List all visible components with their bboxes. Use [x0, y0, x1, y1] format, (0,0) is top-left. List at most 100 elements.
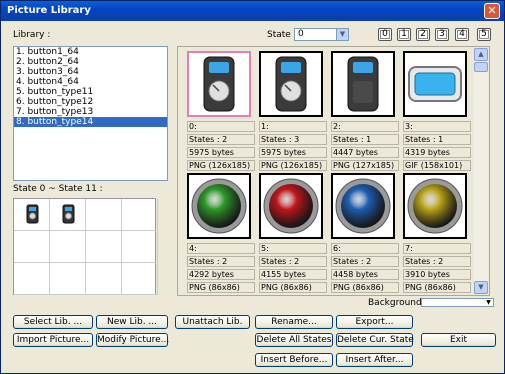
device-icon	[26, 204, 39, 224]
library-list-item[interactable]: 3. button3_64	[14, 67, 167, 77]
page-3-button[interactable]: 3	[435, 28, 449, 41]
picture-format-field: PNG (126x185)	[187, 160, 255, 171]
exit-button[interactable]: Exit	[421, 333, 496, 347]
title-bar: Picture Library ✕	[1, 1, 504, 21]
picture-thumb-6[interactable]	[331, 173, 395, 239]
picture-index-field: 1:	[259, 121, 327, 132]
picture-states-field: States : 1	[331, 134, 399, 145]
insert-after-button[interactable]: Insert After...	[336, 353, 413, 367]
picture-index-field: 3:	[403, 121, 471, 132]
round-button-icon	[335, 178, 391, 234]
picture-size-field: 5975 bytes	[187, 147, 255, 158]
page-2-button[interactable]: 2	[416, 28, 430, 41]
background-label: Background :	[368, 298, 428, 308]
picture-grid-scrollbar[interactable]: ▲ ▼	[474, 48, 488, 294]
scroll-thumb[interactable]	[474, 62, 488, 72]
state-cell[interactable]	[122, 199, 158, 231]
remote-device-icon	[275, 56, 307, 112]
scroll-up-icon[interactable]: ▲	[474, 48, 488, 61]
picture-format-field: PNG (86x86)	[187, 282, 255, 293]
new-lib-button[interactable]: New Lib. ...	[96, 315, 168, 329]
remote-device-icon	[203, 56, 235, 112]
picture-thumb-7[interactable]	[403, 173, 467, 239]
page-5-button[interactable]: 5	[477, 28, 491, 41]
delete-all-states-button[interactable]: Delete All States	[255, 333, 333, 347]
library-list-item[interactable]: 6. button_type12	[14, 97, 167, 107]
background-select[interactable]: ▼	[421, 298, 494, 307]
picture-format-field: PNG (127x185)	[331, 160, 399, 171]
export-button[interactable]: Export...	[336, 315, 413, 329]
picture-states-field: States : 2	[331, 256, 399, 267]
picture-thumb-5[interactable]	[259, 173, 323, 239]
state-label: State :	[267, 30, 297, 40]
insert-before-button[interactable]: Insert Before...	[255, 353, 333, 367]
picture-size-field: 4447 bytes	[331, 147, 399, 158]
picture-size-field: 4292 bytes	[187, 269, 255, 280]
round-button-icon	[263, 178, 319, 234]
picture-states-field: States : 2	[403, 256, 471, 267]
picture-states-field: States : 3	[259, 134, 327, 145]
state-cell[interactable]	[50, 263, 86, 295]
import-picture-button[interactable]: Import Picture...	[13, 333, 93, 347]
rename-button[interactable]: Rename...	[255, 315, 333, 329]
library-list-item[interactable]: 2. button2_64	[14, 57, 167, 67]
modify-picture-button[interactable]: Modify Picture...	[96, 333, 169, 347]
close-button[interactable]: ✕	[484, 3, 500, 19]
scroll-down-icon[interactable]: ▼	[474, 281, 488, 294]
display-button-icon	[408, 66, 462, 102]
page-4-button[interactable]: 4	[455, 28, 469, 41]
state-0-thumb[interactable]	[14, 199, 50, 231]
picture-states-field: States : 2	[187, 134, 255, 145]
state-cell[interactable]	[86, 231, 122, 263]
device-icon	[62, 204, 75, 224]
picture-format-field: PNG (86x86)	[403, 282, 471, 293]
picture-library-window: Picture Library ✕ Library : 1. button1_6…	[0, 0, 505, 374]
unattach-lib-button[interactable]: Unattach Lib.	[175, 315, 250, 329]
select-lib-button[interactable]: Select Lib. ...	[13, 315, 93, 329]
state-cell[interactable]	[86, 199, 122, 231]
window-title: Picture Library	[7, 5, 91, 16]
picture-index-field: 5:	[259, 243, 327, 254]
picture-grid-panel: 0: States : 2 5975 bytes PNG (126x185) 1: Sta…	[177, 46, 490, 296]
state-cell[interactable]	[122, 231, 158, 263]
library-list-item[interactable]: 7. button_type13	[14, 107, 167, 117]
picture-thumb-2[interactable]	[331, 51, 395, 117]
library-list[interactable]: 1. button1_64 2. button2_64 3. button3_64 4…	[13, 46, 168, 181]
remote-device-icon	[347, 56, 379, 112]
state-1-thumb[interactable]	[50, 199, 86, 231]
delete-cur-state-button[interactable]: Delete Cur. State	[336, 333, 414, 347]
picture-format-field: PNG (86x86)	[259, 282, 327, 293]
chevron-down-icon[interactable]: ▼	[484, 299, 493, 306]
state-cell[interactable]	[86, 263, 122, 295]
picture-thumb-4[interactable]	[187, 173, 251, 239]
state-cell[interactable]	[50, 231, 86, 263]
picture-index-field: 4:	[187, 243, 255, 254]
picture-index-field: 0:	[187, 121, 255, 132]
round-button-icon	[191, 178, 247, 234]
picture-thumb-0[interactable]	[187, 51, 251, 117]
library-list-item[interactable]: 5. button_type11	[14, 87, 167, 97]
state-cell[interactable]	[14, 263, 50, 295]
picture-format-field: PNG (86x86)	[331, 282, 399, 293]
picture-states-field: States : 2	[187, 256, 255, 267]
picture-index-field: 6:	[331, 243, 399, 254]
library-list-item[interactable]: 4. button4_64	[14, 77, 167, 87]
picture-size-field: 4458 bytes	[331, 269, 399, 280]
state-cell[interactable]	[14, 231, 50, 263]
picture-thumb-1[interactable]	[259, 51, 323, 117]
round-button-icon	[407, 178, 463, 234]
page-1-button[interactable]: 1	[397, 28, 411, 41]
picture-states-field: States : 2	[259, 256, 327, 267]
library-list-item[interactable]: 1. button1_64	[14, 47, 167, 57]
state-cell[interactable]	[122, 263, 158, 295]
picture-format-field: GIF (158x101)	[403, 160, 471, 171]
library-list-item[interactable]: 8. button_type14	[14, 117, 167, 127]
state-range-label: State 0 ~ State 11 :	[13, 184, 103, 194]
chevron-down-icon[interactable]: ▼	[336, 29, 348, 40]
page-0-button[interactable]: 0	[378, 28, 392, 41]
library-label: Library :	[13, 30, 51, 40]
picture-thumb-3[interactable]	[403, 51, 467, 117]
picture-size-field: 4155 bytes	[259, 269, 327, 280]
state-select[interactable]: 0 ▼	[294, 28, 349, 41]
picture-size-field: 5975 bytes	[259, 147, 327, 158]
